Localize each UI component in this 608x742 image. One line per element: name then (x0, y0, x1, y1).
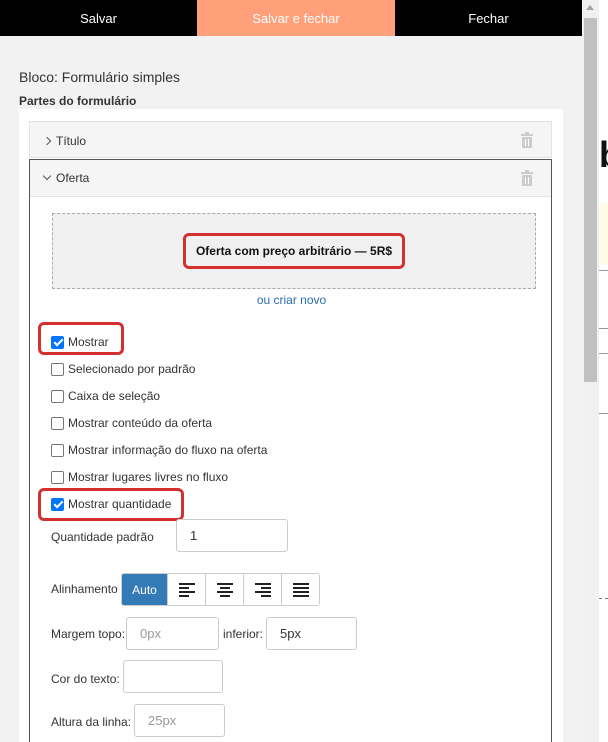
editor-page: Salvar Salvar e fechar Fechar Bloco: For… (0, 0, 608, 742)
scroll-up-icon[interactable] (586, 5, 594, 10)
chevron-right-icon (42, 136, 52, 145)
line-height-input[interactable]: 25px (134, 704, 225, 737)
align-left-button[interactable] (167, 574, 205, 605)
align-right-icon (254, 582, 271, 597)
part-item-offer: Oferta Oferta com preço arbitrário — 5R$… (29, 159, 552, 742)
selected-offer-name: Oferta com preço arbitrário — 5R$ (182, 233, 406, 269)
align-auto-button[interactable]: Auto (122, 574, 167, 605)
save-and-close-button[interactable]: Salvar e fechar (197, 0, 395, 36)
line-height-label: Altura da linha: (51, 715, 132, 729)
align-justify-button[interactable] (281, 574, 319, 605)
trash-icon[interactable] (521, 170, 533, 186)
form-parts-heading: Partes do formulário (19, 94, 137, 108)
option-label: Caixa de seleção (68, 389, 161, 403)
alignment-button-group: Auto (121, 573, 320, 606)
chevron-down-icon (42, 171, 52, 181)
option-show-offer-content[interactable]: Mostrar conteúdo da oferta (51, 416, 212, 430)
part-item-title: Título (29, 121, 552, 158)
text-color-input[interactable] (123, 660, 223, 693)
default-quantity-label: Quantidade padrão (51, 530, 154, 544)
option-selected-by-default[interactable]: Selecionado por padrão (51, 362, 195, 376)
part-offer-label: Oferta (56, 171, 90, 185)
option-label: Mostrar quantidade (68, 497, 172, 511)
option-show-flow-info[interactable]: Mostrar informação do fluxo na oferta (51, 443, 267, 457)
option-label: Mostrar informação do fluxo na oferta (68, 443, 268, 457)
checkbox[interactable] (51, 335, 64, 349)
default-quantity-input[interactable]: 1 (176, 519, 288, 552)
checkbox[interactable] (51, 389, 64, 403)
option-label: Mostrar conteúdo da oferta (68, 416, 213, 430)
block-title: Bloco: Formulário simples (19, 69, 181, 85)
top-toolbar: Salvar Salvar e fechar Fechar (0, 0, 582, 36)
checkbox[interactable] (51, 416, 64, 430)
option-label: Selecionado por padrão (68, 362, 196, 376)
option-show[interactable]: Mostrar (51, 335, 109, 349)
part-title-header[interactable]: Título (30, 122, 551, 159)
checkbox[interactable] (51, 443, 64, 457)
margin-bottom-label: inferior: (223, 627, 264, 641)
checkbox[interactable] (51, 497, 64, 511)
trash-icon[interactable] (521, 132, 533, 148)
form-parts-list: Título Oferta Oferta com preço arbitrári… (19, 109, 563, 742)
option-show-free-places[interactable]: Mostrar lugares livres no fluxo (51, 470, 228, 484)
align-right-button[interactable] (243, 574, 281, 605)
part-offer-header[interactable]: Oferta (30, 160, 551, 197)
align-justify-icon (292, 582, 309, 597)
vertical-scrollbar[interactable] (582, 0, 599, 742)
option-show-quantity[interactable]: Mostrar quantidade (51, 497, 171, 511)
create-new-offer-link[interactable]: ou criar novo (30, 293, 553, 307)
margin-top-label: Margem topo: (51, 627, 126, 641)
margin-top-input[interactable]: 0px (126, 617, 219, 650)
alignment-label: Alinhamento (51, 582, 118, 596)
text-color-label: Cor do texto: (51, 672, 120, 686)
option-checkbox[interactable]: Caixa de seleção (51, 389, 160, 403)
block-settings-panel: Bloco: Formulário simples Partes do form… (0, 36, 582, 742)
scrollbar-thumb[interactable] (584, 18, 597, 382)
margin-bottom-input[interactable]: 5px (266, 617, 357, 650)
option-label: Mostrar lugares livres no fluxo (68, 470, 229, 484)
part-title-label: Título (56, 133, 87, 148)
checkbox[interactable] (51, 470, 64, 484)
close-button[interactable]: Fechar (395, 0, 582, 36)
option-label: Mostrar (68, 335, 109, 349)
align-center-button[interactable] (205, 574, 243, 605)
checkbox[interactable] (51, 362, 64, 376)
offer-selector[interactable]: Oferta com preço arbitrário — 5R$ (52, 213, 536, 289)
background-page-edge: b (599, 0, 608, 742)
save-button[interactable]: Salvar (0, 0, 197, 36)
align-left-icon (178, 582, 195, 597)
align-center-icon (216, 582, 233, 597)
